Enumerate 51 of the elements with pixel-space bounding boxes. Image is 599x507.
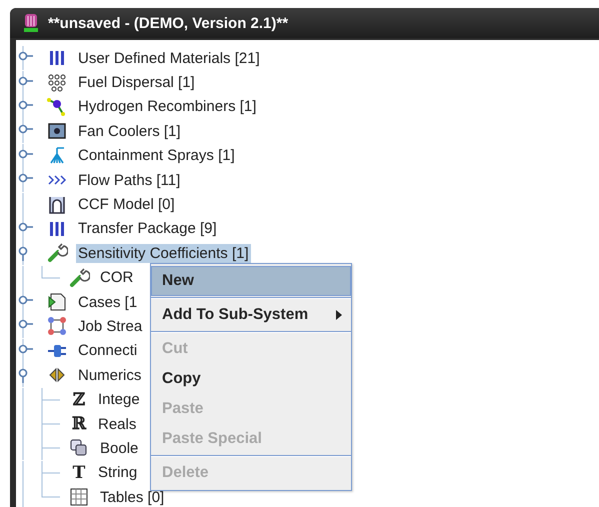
collapsed-toggle-icon[interactable]: [18, 320, 33, 329]
window-title: **unsaved - (DEMO, Version 2.1)**: [48, 14, 288, 32]
collapsed-toggle-icon[interactable]: [18, 149, 33, 158]
tree-item[interactable]: Fuel Dispersal [1]: [76, 73, 197, 92]
wrench-icon: [68, 268, 90, 288]
nodes-icon: [46, 316, 68, 336]
molecule-icon: [46, 96, 68, 117]
collapsed-toggle-icon[interactable]: [18, 174, 33, 182]
tree-item[interactable]: Sensitivity Coefficients [1]: [76, 244, 251, 263]
tree-item[interactable]: Tables [0]: [98, 488, 166, 507]
collapsed-toggle-icon[interactable]: [18, 52, 33, 60]
tree-item[interactable]: Transfer Package [9]: [76, 219, 219, 238]
tree-item[interactable]: Numerics: [76, 366, 144, 385]
collapsed-toggle-icon[interactable]: [18, 100, 33, 110]
tree-item[interactable]: CCF Model [0]: [76, 195, 177, 214]
collapsed-toggle-icon[interactable]: [18, 296, 33, 304]
tree-item[interactable]: COR: [98, 268, 136, 288]
tree-line: [42, 388, 60, 412]
document-icon: [46, 292, 68, 312]
menu-item[interactable]: Add To Sub-System: [151, 300, 351, 330]
menu-item[interactable]: New: [151, 266, 351, 296]
tree-item[interactable]: Flow Paths [11]: [76, 170, 182, 190]
collapsed-toggle-icon[interactable]: [18, 76, 33, 85]
menu-item[interactable]: Copy: [151, 364, 351, 394]
submenu-arrow-icon: [336, 310, 342, 320]
arch-icon: [46, 194, 68, 215]
expanded-toggle-icon[interactable]: [18, 247, 28, 262]
tree-item[interactable]: Containment Sprays [1]: [76, 146, 237, 166]
letter-icon: ℤ: [68, 390, 90, 410]
collapsed-toggle-icon[interactable]: [18, 125, 33, 134]
tree-item[interactable]: User Defined Materials [21]: [76, 48, 262, 68]
tree-item[interactable]: Hydrogen Recombiners [1]: [76, 97, 258, 116]
tree-item[interactable]: String: [96, 463, 140, 482]
wrench-icon: [46, 243, 68, 264]
tree-item[interactable]: Boole: [98, 438, 140, 458]
letter-icon: T: [68, 462, 90, 483]
tree-item[interactable]: Connecti: [76, 341, 140, 360]
dots-icon: [46, 72, 68, 93]
letter-icon: ℝ: [68, 414, 90, 434]
tree-line: [42, 436, 60, 460]
tree-item[interactable]: Cases [1: [76, 292, 140, 312]
tree-item[interactable]: Intege: [96, 390, 142, 410]
tree-item[interactable]: Fan Coolers [1]: [76, 122, 183, 141]
tree-line: [42, 412, 60, 436]
tree-item[interactable]: Job Strea: [76, 316, 144, 336]
collapsed-toggle-icon[interactable]: [18, 222, 33, 232]
app-logo-icon: [24, 13, 38, 33]
collapsed-toggle-icon[interactable]: [18, 344, 33, 354]
expanded-toggle-icon[interactable]: [18, 368, 28, 384]
tree-line: [42, 266, 60, 278]
tree-item[interactable]: Reals: [96, 414, 138, 434]
